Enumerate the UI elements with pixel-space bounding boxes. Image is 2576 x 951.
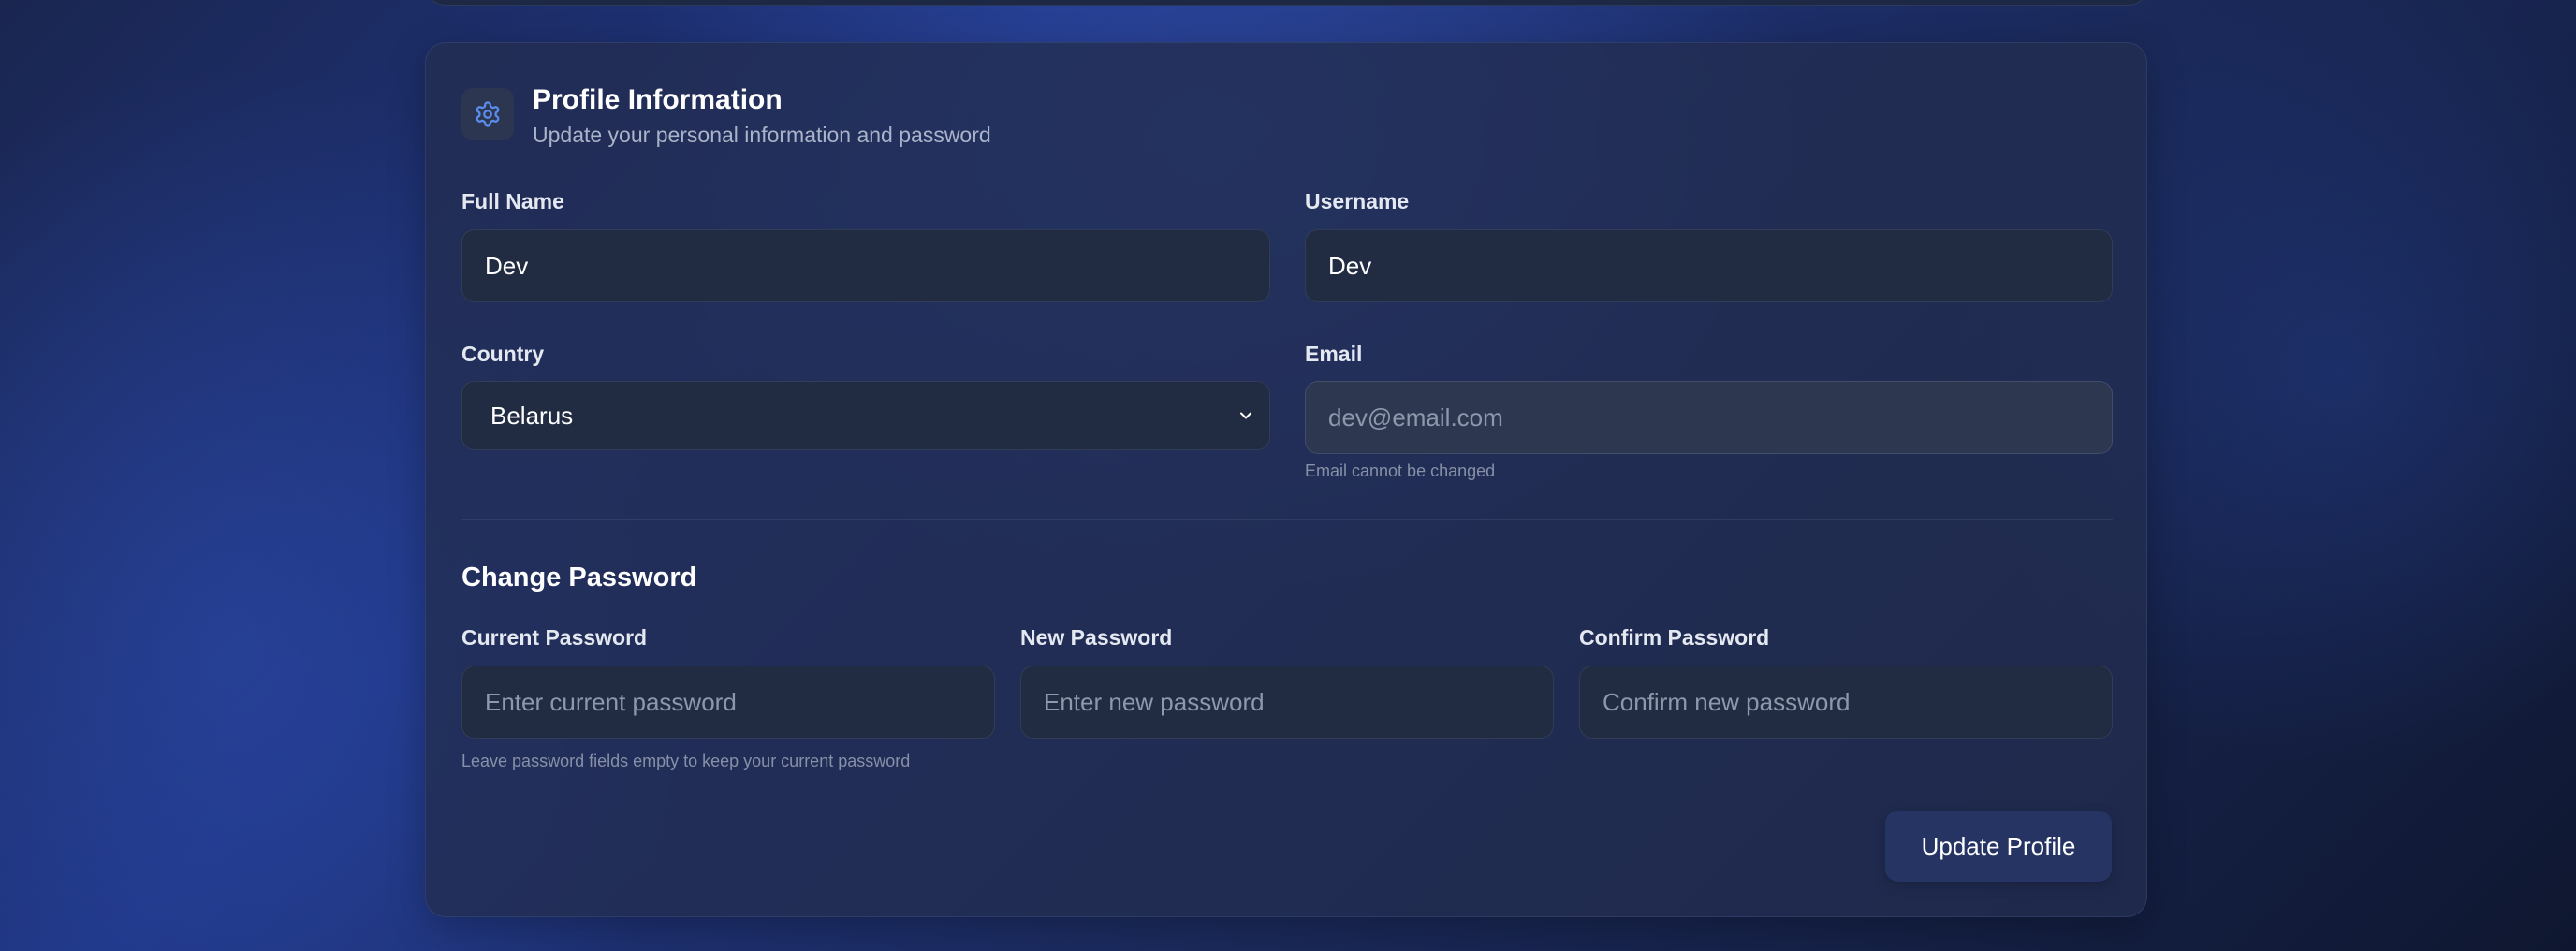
gear-icon — [474, 100, 502, 128]
new-password-label: New Password — [1020, 625, 1173, 650]
email-label: Email — [1305, 342, 1363, 366]
change-password-title: Change Password — [461, 563, 697, 593]
current-password-input[interactable] — [461, 666, 995, 739]
username-label: Username — [1305, 189, 1410, 213]
email-input[interactable] — [1305, 381, 2113, 454]
country-select-value: Belarus — [490, 401, 574, 430]
country-label: Country — [461, 342, 545, 366]
chevron-down-icon — [1236, 405, 1256, 426]
settings-icon-box — [461, 88, 514, 140]
full-name-input[interactable] — [461, 229, 1270, 302]
country-select[interactable]: Belarus — [461, 381, 1270, 450]
full-name-label: Full Name — [461, 189, 564, 213]
section-divider — [461, 519, 2113, 520]
email-hint: Email cannot be changed — [1305, 461, 1496, 480]
password-hint: Leave password fields empty to keep your… — [461, 752, 911, 770]
update-profile-button[interactable]: Update Profile — [1885, 811, 2112, 882]
current-password-label: Current Password — [461, 625, 648, 650]
username-input[interactable] — [1305, 229, 2113, 302]
previous-card-edge — [425, 0, 2149, 6]
confirm-password-input[interactable] — [1579, 666, 2113, 739]
card-title: Profile Information — [533, 84, 783, 115]
confirm-password-label: Confirm Password — [1579, 625, 1770, 650]
new-password-input[interactable] — [1020, 666, 1554, 739]
card-subtitle: Update your personal information and pas… — [533, 123, 991, 147]
profile-card: Profile Information Update your personal… — [425, 42, 2147, 917]
